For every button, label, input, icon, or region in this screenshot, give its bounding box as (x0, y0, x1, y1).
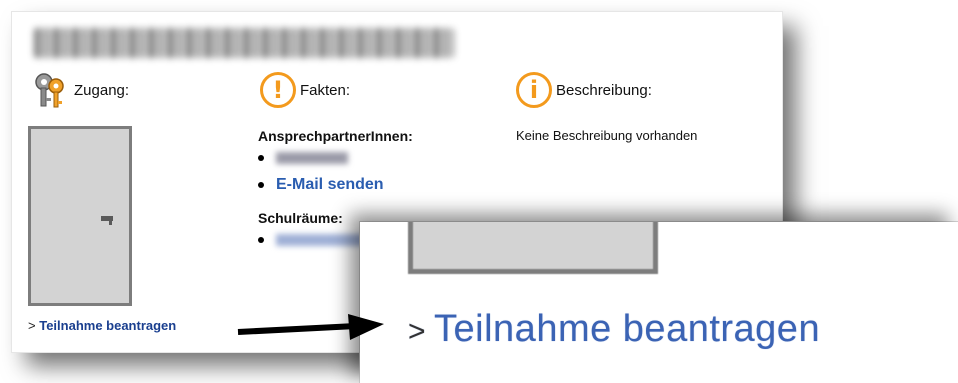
door-handle (101, 216, 113, 225)
zoomed-door-image (408, 222, 658, 274)
description-header: i Beschreibung: (516, 72, 652, 108)
link-prefix-arrow: > (28, 318, 36, 333)
rooms-title: Schulräume: (258, 210, 343, 226)
arrow-icon (237, 314, 384, 340)
contact-name-item (258, 152, 348, 164)
room-item[interactable] (258, 234, 366, 246)
zoomed-participation-link-label[interactable]: Teilnahme beantragen (434, 308, 820, 350)
blurred-course-title (34, 28, 454, 58)
access-label: Zugang: (74, 81, 130, 99)
participation-link[interactable]: > Teilnahme beantragen (28, 318, 176, 333)
description-text: Keine Beschreibung vorhanden (516, 128, 698, 143)
contacts-title: AnsprechpartnerInnen: (258, 128, 413, 144)
bullet (258, 155, 264, 161)
email-link[interactable]: E-Mail senden (276, 176, 384, 194)
door-image (28, 126, 132, 306)
participation-link-label[interactable]: Teilnahme beantragen (39, 318, 176, 333)
blurred-contact-name (276, 152, 348, 164)
access-header: Zugang: (30, 70, 129, 110)
exclamation-icon: ! (260, 72, 296, 108)
blurred-room-link[interactable] (276, 234, 366, 246)
bullet (258, 182, 264, 188)
description-label: Beschreibung: (556, 81, 652, 99)
zoomed-participation-link[interactable]: > Teilnahme beantragen (408, 308, 820, 351)
info-icon: i (516, 72, 552, 108)
facts-label: Fakten: (300, 81, 351, 99)
bullet (258, 237, 264, 243)
keys-icon (30, 70, 70, 110)
email-item[interactable]: E-Mail senden (258, 176, 384, 194)
facts-header: ! Fakten: (260, 72, 350, 108)
zoomed-link-prefix-arrow: > (408, 315, 427, 348)
zoomed-detail-panel: > Teilnahme beantragen (360, 222, 958, 383)
